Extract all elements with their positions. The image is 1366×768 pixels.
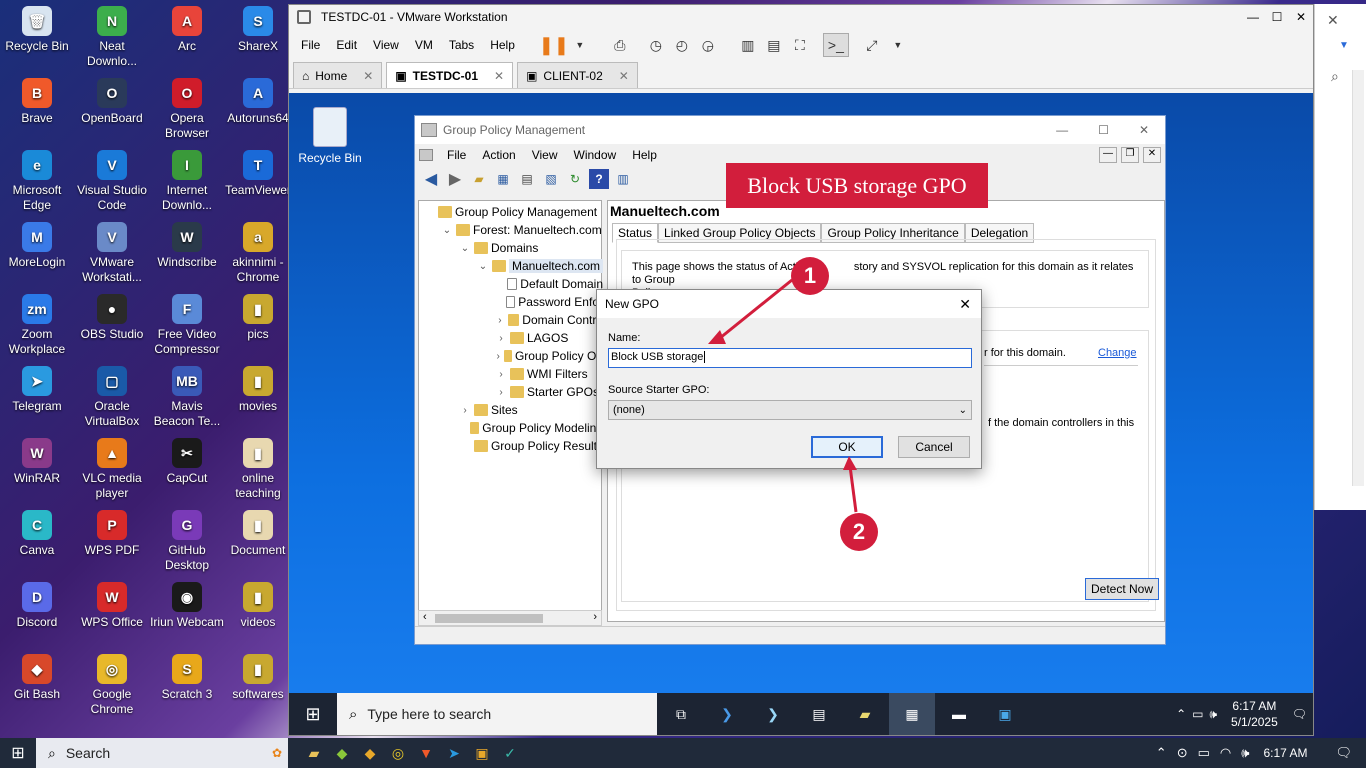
- callout-arrows: [708, 278, 858, 513]
- host-taskbar: ⊞ ⌕ Search ✿ ▰ ◆ ◆ ◎ ▼ ➤ ▣ ✓ ⌃ ⊙ ▭ ◠ 🕪 6…: [0, 738, 1366, 768]
- tools-icon[interactable]: ◆: [328, 742, 356, 764]
- host-search-label: Search: [65, 745, 111, 761]
- brave-icon[interactable]: ▼: [412, 742, 440, 764]
- telegram-icon[interactable]: ➤: [440, 742, 468, 764]
- host-clock[interactable]: 6:17 AM: [1263, 746, 1307, 760]
- vmware-taskbar-icon[interactable]: ▣: [468, 742, 496, 764]
- battery-icon[interactable]: ▭: [1198, 745, 1210, 761]
- chrome-icon[interactable]: ◎: [384, 742, 412, 764]
- notification-icon[interactable]: 🗨: [1335, 745, 1352, 761]
- search-highlight-icon: ✿: [271, 746, 282, 760]
- app-icon[interactable]: ✓: [496, 742, 524, 764]
- app-icon[interactable]: ◆: [356, 742, 384, 764]
- arrow-1-line: [719, 278, 793, 340]
- search-icon: ⌕: [48, 744, 56, 761]
- meet-icon[interactable]: ⊙: [1177, 745, 1188, 761]
- wifi-icon[interactable]: ◠: [1220, 745, 1231, 761]
- windows-start-icon[interactable]: ⊞: [0, 743, 36, 763]
- file-explorer-icon[interactable]: ▰: [300, 742, 328, 764]
- volume-icon[interactable]: 🕪: [1241, 745, 1249, 761]
- arrow-2-line: [848, 465, 858, 513]
- arrow-2-head: [843, 456, 857, 470]
- chevron-up-icon[interactable]: ⌃: [1156, 745, 1167, 761]
- host-search-box[interactable]: ⌕ Search ✿: [36, 738, 288, 768]
